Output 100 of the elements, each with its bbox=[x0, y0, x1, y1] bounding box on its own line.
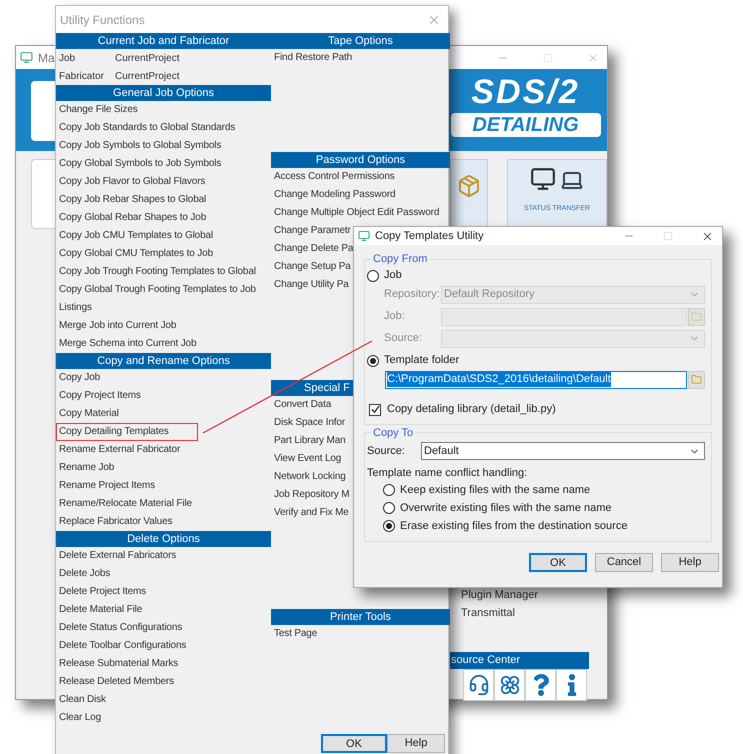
radio-button[interactable] bbox=[383, 520, 395, 532]
field-label: Job: bbox=[384, 309, 406, 324]
menu-item[interactable]: Delete Status Configurations bbox=[56, 619, 186, 637]
headset-icon bbox=[468, 674, 490, 696]
menu-item[interactable]: Test Page bbox=[271, 625, 320, 643]
menu-item[interactable]: Find Restore Path bbox=[271, 49, 356, 67]
menu-item[interactable]: Change Modeling Password bbox=[271, 186, 398, 204]
menu-item[interactable]: Rename Project Items bbox=[56, 477, 158, 495]
window-title: Copy Templates Utility bbox=[375, 228, 484, 244]
section-header: General Job Options bbox=[56, 85, 271, 101]
support-button[interactable] bbox=[463, 669, 494, 701]
menu-item[interactable]: Change Setup Pa bbox=[271, 258, 354, 276]
menu-item[interactable]: Change Parametr bbox=[271, 222, 354, 240]
menu-item[interactable]: Disk Space Infor bbox=[271, 414, 348, 432]
menu-item[interactable]: Clean Disk bbox=[56, 691, 109, 709]
menu-item[interactable]: Copy Detailing Templates bbox=[56, 423, 198, 441]
group-title: Copy To bbox=[372, 426, 414, 440]
section-header: Copy and Rename Options bbox=[56, 353, 271, 369]
menu-item[interactable]: Copy Job Trough Footing Templates to Global bbox=[56, 263, 259, 281]
dialog-button[interactable]: Help bbox=[387, 734, 445, 753]
app-tile bbox=[31, 81, 56, 141]
menu-item[interactable]: Change File Sizes bbox=[56, 101, 141, 119]
menu-item[interactable]: Part Library Man bbox=[271, 432, 349, 450]
radio-button[interactable] bbox=[367, 270, 379, 282]
menu-item[interactable]: Merge Job into Current Job bbox=[56, 317, 180, 335]
radio-label: Overwrite existing files with the same name bbox=[400, 500, 612, 516]
dialog-button[interactable]: Cancel bbox=[595, 553, 653, 572]
dialog-button[interactable]: OK bbox=[529, 553, 587, 572]
group-title: Copy From bbox=[372, 252, 428, 267]
radio-button[interactable] bbox=[383, 502, 395, 514]
radio-button[interactable] bbox=[367, 354, 379, 366]
dropdown-field[interactable]: Default bbox=[421, 442, 705, 460]
field-label: Source: bbox=[367, 444, 406, 459]
question-icon bbox=[532, 674, 550, 696]
menu-item[interactable]: Access Control Permissions bbox=[271, 168, 398, 186]
checkbox[interactable] bbox=[369, 404, 381, 416]
section-label: Template name conflict handling: bbox=[367, 466, 528, 481]
menu-item[interactable]: Delete External Fabricators bbox=[56, 547, 180, 565]
menu-item[interactable]: Release Submaterial Marks bbox=[56, 655, 182, 673]
radio-label: Erase existing files from the destination source bbox=[400, 518, 628, 534]
menu-item[interactable]: Rename External Fabricator bbox=[56, 441, 184, 459]
app-icon bbox=[20, 51, 33, 64]
app-icon bbox=[358, 230, 370, 242]
menu-item[interactable]: Copy Job Symbols to Global Symbols bbox=[56, 137, 224, 155]
field-label: Source: bbox=[384, 331, 423, 346]
menu-item[interactable]: Rename/Relocate Material File bbox=[56, 495, 195, 513]
check-icon bbox=[370, 405, 380, 414]
menu-item[interactable]: Copy Job Rebar Shapes to Global bbox=[56, 191, 210, 209]
menu-item[interactable]: Change Utility Pa bbox=[271, 276, 352, 294]
menu-item[interactable]: Change Delete Pa bbox=[271, 240, 356, 258]
menu-item[interactable]: Merge Schema into Current Job bbox=[56, 335, 200, 353]
menu-item[interactable]: Copy Global Trough Footing Templates to Job bbox=[56, 281, 259, 299]
section-header: Tape Options bbox=[271, 33, 450, 49]
field-label: Repository: bbox=[384, 287, 441, 302]
radio-label: Template folder bbox=[384, 353, 460, 368]
field-value: CurrentProject bbox=[115, 70, 180, 84]
radio-button[interactable] bbox=[383, 484, 395, 496]
menu-item[interactable]: Clear Log bbox=[56, 709, 104, 727]
radio-label: Job bbox=[384, 268, 402, 284]
input-field[interactable]: C:\ProgramData\SDS2_2016\detailing\Default bbox=[385, 370, 687, 388]
menu-item[interactable]: Copy Project Items bbox=[56, 387, 144, 405]
menu-item[interactable]: Copy Global Symbols to Job Symbols bbox=[56, 155, 224, 173]
menu-item[interactable]: View Event Log bbox=[271, 450, 344, 468]
field-value: C:\ProgramData\SDS2_2016\detailing\Default bbox=[387, 372, 611, 387]
field-label: Fabricator bbox=[59, 70, 106, 84]
menu-item[interactable]: Rename Job bbox=[56, 459, 118, 477]
dialog-button[interactable]: Help bbox=[661, 553, 719, 572]
menu-item[interactable]: Listings bbox=[56, 299, 95, 317]
menu-item[interactable]: Convert Data bbox=[271, 396, 334, 414]
menu-item[interactable]: Copy Job Standards to Global Standards bbox=[56, 119, 238, 137]
menu-item[interactable]: Copy Job Flavor to Global Flavors bbox=[56, 173, 208, 191]
menu-item[interactable]: Copy Job bbox=[56, 369, 104, 387]
menu-item[interactable]: Delete Jobs bbox=[56, 565, 114, 583]
community-button[interactable] bbox=[494, 669, 525, 701]
menu-item[interactable]: Copy Job CMU Templates to Global bbox=[56, 227, 216, 245]
menu-item[interactable]: Job Repository M bbox=[271, 486, 352, 504]
help-button[interactable] bbox=[525, 669, 556, 701]
menu-item[interactable]: Replace Fabricator Values bbox=[56, 513, 176, 531]
window-title: Utility Functions bbox=[60, 12, 145, 28]
menu-item[interactable]: Delete Toolbar Configurations bbox=[56, 637, 190, 655]
field-value: Default bbox=[423, 444, 460, 459]
info-button[interactable] bbox=[556, 669, 587, 701]
section-header: Current Job and Fabricator bbox=[56, 33, 271, 49]
menu-item[interactable]: Copy Material bbox=[56, 405, 122, 423]
logo-text: SDS/2 bbox=[471, 75, 580, 109]
section-header: Password Options bbox=[271, 152, 450, 168]
menu-item[interactable]: Release Deleted Members bbox=[56, 673, 177, 691]
menu-item[interactable]: Delete Material File bbox=[56, 601, 146, 619]
computer-icon bbox=[530, 166, 556, 192]
menu-item[interactable]: Copy Global Rebar Shapes to Job bbox=[56, 209, 210, 227]
menu-item[interactable]: Delete Project Items bbox=[56, 583, 150, 601]
menu-item[interactable]: Change Multiple Object Edit Password bbox=[271, 204, 442, 222]
menu-item[interactable]: Plugin Manager bbox=[461, 586, 607, 604]
menu-item[interactable]: Transmittal bbox=[461, 604, 607, 622]
menu-item[interactable]: Verify and Fix Me bbox=[271, 504, 352, 522]
menu-item[interactable]: Network Locking bbox=[271, 468, 349, 486]
flower-icon bbox=[498, 674, 520, 696]
info-icon bbox=[566, 674, 578, 696]
dialog-button[interactable]: OK bbox=[321, 734, 387, 753]
menu-item[interactable]: Copy Global CMU Templates to Job bbox=[56, 245, 216, 263]
